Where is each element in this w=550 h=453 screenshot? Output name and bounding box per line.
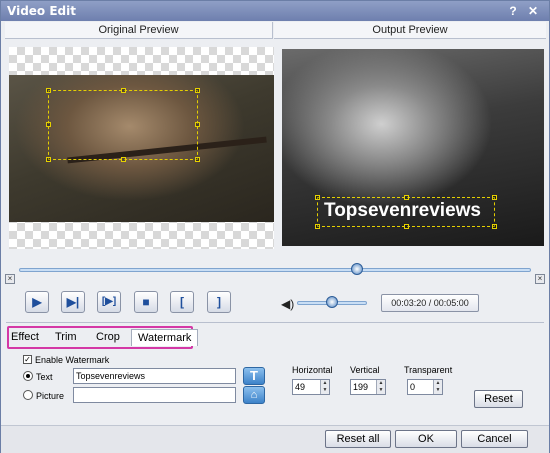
vertical-value: 199	[353, 382, 369, 392]
transparent-value: 0	[410, 382, 416, 392]
resize-handle-tr[interactable]	[195, 88, 200, 93]
tab-trim[interactable]: Trim	[55, 331, 77, 343]
next-frame-button[interactable]: ▶|	[61, 291, 85, 313]
crop-selection-box[interactable]	[46, 88, 200, 162]
step-button[interactable]: [▶]	[97, 291, 121, 313]
horizontal-spinbox[interactable]: 49 ▲ ▼	[292, 379, 330, 395]
watermark-handle-b[interactable]	[404, 224, 409, 229]
resize-handle-t[interactable]	[121, 88, 126, 93]
original-preview-header: Original Preview	[5, 22, 273, 39]
close-button[interactable]: ✕	[525, 3, 541, 19]
picture-radio-label: Picture	[36, 391, 65, 401]
seek-bar[interactable]: × ×	[5, 262, 545, 284]
picture-browse-button[interactable]: ⌂	[243, 386, 265, 404]
volume-thumb[interactable]	[326, 296, 338, 308]
horizontal-spin-arrows[interactable]: ▲ ▼	[320, 380, 329, 394]
watermark-box[interactable]: Topsevenreviews	[315, 195, 497, 229]
seek-thumb[interactable]	[350, 263, 363, 275]
vertical-spinbox[interactable]: 199 ▲ ▼	[350, 379, 386, 395]
text-radio-label: Text	[36, 372, 53, 382]
resize-handle-l[interactable]	[46, 122, 51, 127]
transparent-spinbox[interactable]: 0 ▲ ▼	[407, 379, 443, 395]
text-radio[interactable]	[23, 371, 33, 381]
reset-button[interactable]: Reset	[474, 390, 523, 408]
watermark-handle-bl[interactable]	[315, 224, 320, 229]
resize-handle-r[interactable]	[195, 122, 200, 127]
resize-handle-bl[interactable]	[46, 157, 51, 162]
vertical-spin-arrows[interactable]: ▲ ▼	[376, 380, 385, 394]
seek-track[interactable]	[19, 268, 531, 272]
transparent-label: Transparent	[404, 365, 453, 375]
help-button[interactable]: ?	[505, 3, 521, 19]
mark-out-button[interactable]: ]	[207, 291, 231, 313]
watermark-picture-input[interactable]	[73, 387, 236, 403]
enable-watermark-checkbox[interactable]: ✓	[23, 355, 32, 364]
watermark-handle-tr[interactable]	[492, 195, 497, 200]
tab-crop[interactable]: Crop	[96, 331, 120, 343]
seek-end-marker[interactable]: ×	[535, 274, 545, 284]
text-format-button[interactable]: T	[243, 367, 265, 385]
resize-handle-br[interactable]	[195, 157, 200, 162]
play-button[interactable]: ▶	[25, 291, 49, 313]
watermark-handle-tl[interactable]	[315, 195, 320, 200]
picture-radio[interactable]	[23, 390, 33, 400]
seek-start-marker[interactable]: ×	[5, 274, 15, 284]
enable-watermark-label: Enable Watermark	[35, 355, 110, 365]
tab-watermark[interactable]: Watermark	[131, 329, 199, 346]
watermark-overlay-text: Topsevenreviews	[324, 200, 482, 221]
resize-handle-b[interactable]	[121, 157, 126, 162]
output-preview-header: Output Preview	[274, 22, 546, 39]
mark-in-button[interactable]: [	[170, 291, 194, 313]
title-bar: Video Edit ? ✕	[1, 1, 549, 21]
stop-button[interactable]: ■	[134, 291, 158, 313]
tab-effect[interactable]: Effect	[11, 331, 39, 343]
window-title: Video Edit	[7, 4, 76, 18]
cancel-button[interactable]: Cancel	[461, 430, 528, 448]
watermark-text-input[interactable]: Topsevenreviews	[73, 368, 236, 384]
ok-button[interactable]: OK	[395, 430, 457, 448]
horizontal-value: 49	[295, 382, 306, 392]
resize-handle-tl[interactable]	[46, 88, 51, 93]
output-preview-pane: Topsevenreviews	[274, 39, 546, 255]
reset-all-button[interactable]: Reset all	[325, 430, 391, 448]
transparent-spin-arrows[interactable]: ▲ ▼	[433, 380, 442, 394]
vertical-label: Vertical	[350, 365, 380, 375]
section-divider	[6, 322, 544, 323]
watermark-handle-br[interactable]	[492, 224, 497, 229]
video-edit-window: Video Edit ? ✕ Original Preview Output P…	[0, 0, 550, 453]
volume-icon[interactable]: ◀)	[281, 297, 294, 311]
time-display: 00:03:20 / 00:05:00	[381, 294, 479, 312]
original-preview-pane	[5, 39, 277, 255]
horizontal-label: Horizontal	[292, 365, 333, 375]
